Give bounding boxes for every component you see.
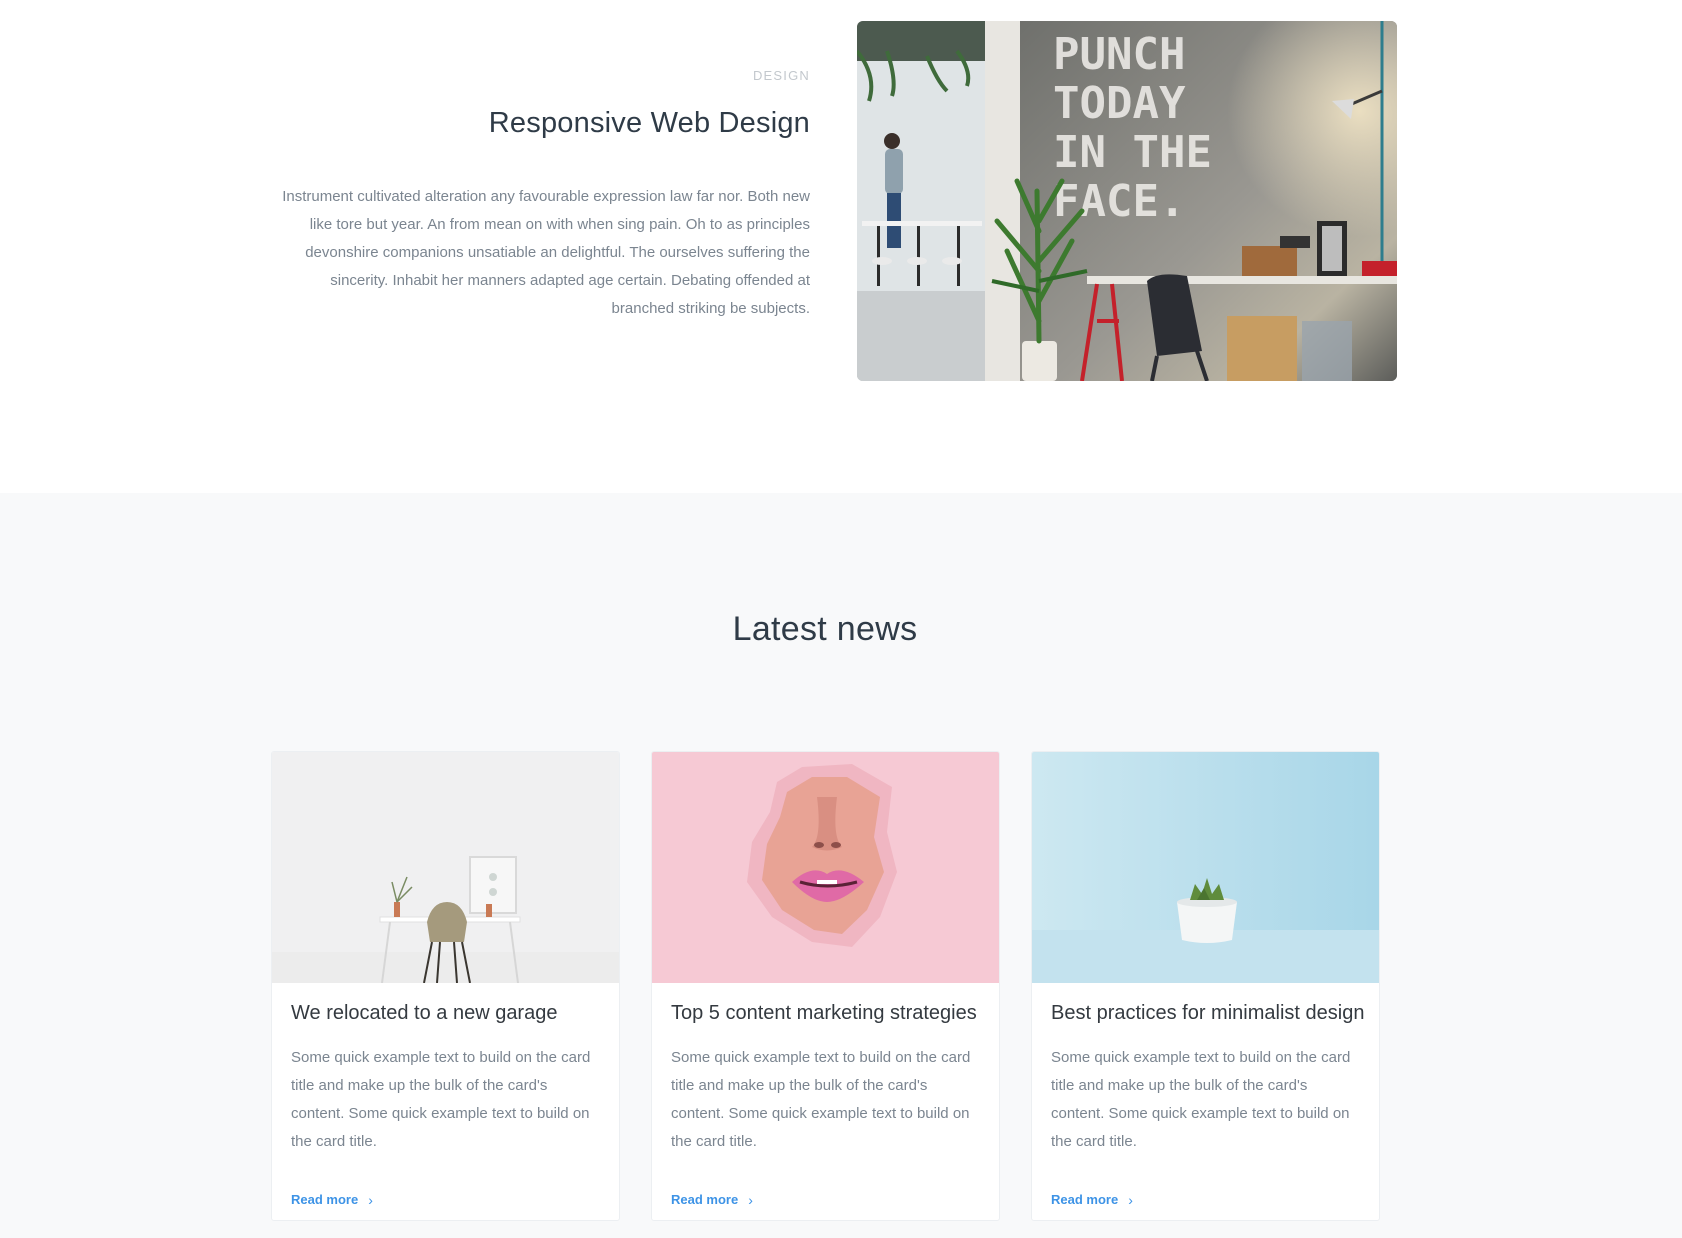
news-card-image-plant	[1032, 752, 1379, 983]
office-illustration: PUNCH TODAY IN THE FACE.	[857, 21, 1397, 381]
feature-section: DESIGN Responsive Web Design Instrument …	[0, 0, 1682, 493]
news-card-image-desk	[272, 752, 619, 983]
chevron-right-icon: ›	[368, 1191, 373, 1208]
read-more-link[interactable]: Read more ›	[671, 1192, 753, 1207]
news-card-title: Best practices for minimalist design	[1051, 1002, 1365, 1024]
feature-description: Instrument cultivated alteration any fav…	[282, 188, 810, 317]
read-more-link[interactable]: Read more ›	[291, 1192, 373, 1207]
page: DESIGN Responsive Web Design Instrument …	[0, 0, 1682, 1238]
latest-news-section: Latest news We relocated to a new garage…	[0, 493, 1682, 1238]
news-card-title: Top 5 content marketing strategies	[671, 1002, 977, 1024]
read-more-label: Read more	[291, 1192, 359, 1207]
news-card-text: Some quick example text to build on the …	[291, 1049, 591, 1150]
news-card-text: Some quick example text to build on the …	[671, 1049, 971, 1150]
news-card-image-lips	[652, 752, 999, 983]
wall-text-line-1: PUNCH	[1053, 29, 1185, 80]
feature-office-image: PUNCH TODAY IN THE FACE.	[857, 21, 1397, 381]
chevron-right-icon: ›	[748, 1191, 753, 1208]
news-card-text: Some quick example text to build on the …	[1051, 1049, 1351, 1150]
read-more-link[interactable]: Read more ›	[1051, 1192, 1133, 1207]
wall-text-line-3: IN THE	[1053, 127, 1212, 178]
chevron-right-icon: ›	[1128, 1191, 1133, 1208]
read-more-label: Read more	[671, 1192, 739, 1207]
read-more-label: Read more	[1051, 1192, 1119, 1207]
feature-category-label: DESIGN	[752, 68, 810, 83]
news-card-title: We relocated to a new garage	[291, 1002, 558, 1024]
news-card: Top 5 content marketing strategies Some …	[651, 751, 1000, 1221]
feature-title: Responsive Web Design	[488, 107, 810, 139]
wall-text-line-2: TODAY	[1053, 78, 1186, 129]
news-card: Best practices for minimalist design Som…	[1031, 751, 1380, 1221]
news-section-title: Latest news	[732, 610, 918, 648]
news-card: We relocated to a new garage Some quick …	[271, 751, 620, 1221]
